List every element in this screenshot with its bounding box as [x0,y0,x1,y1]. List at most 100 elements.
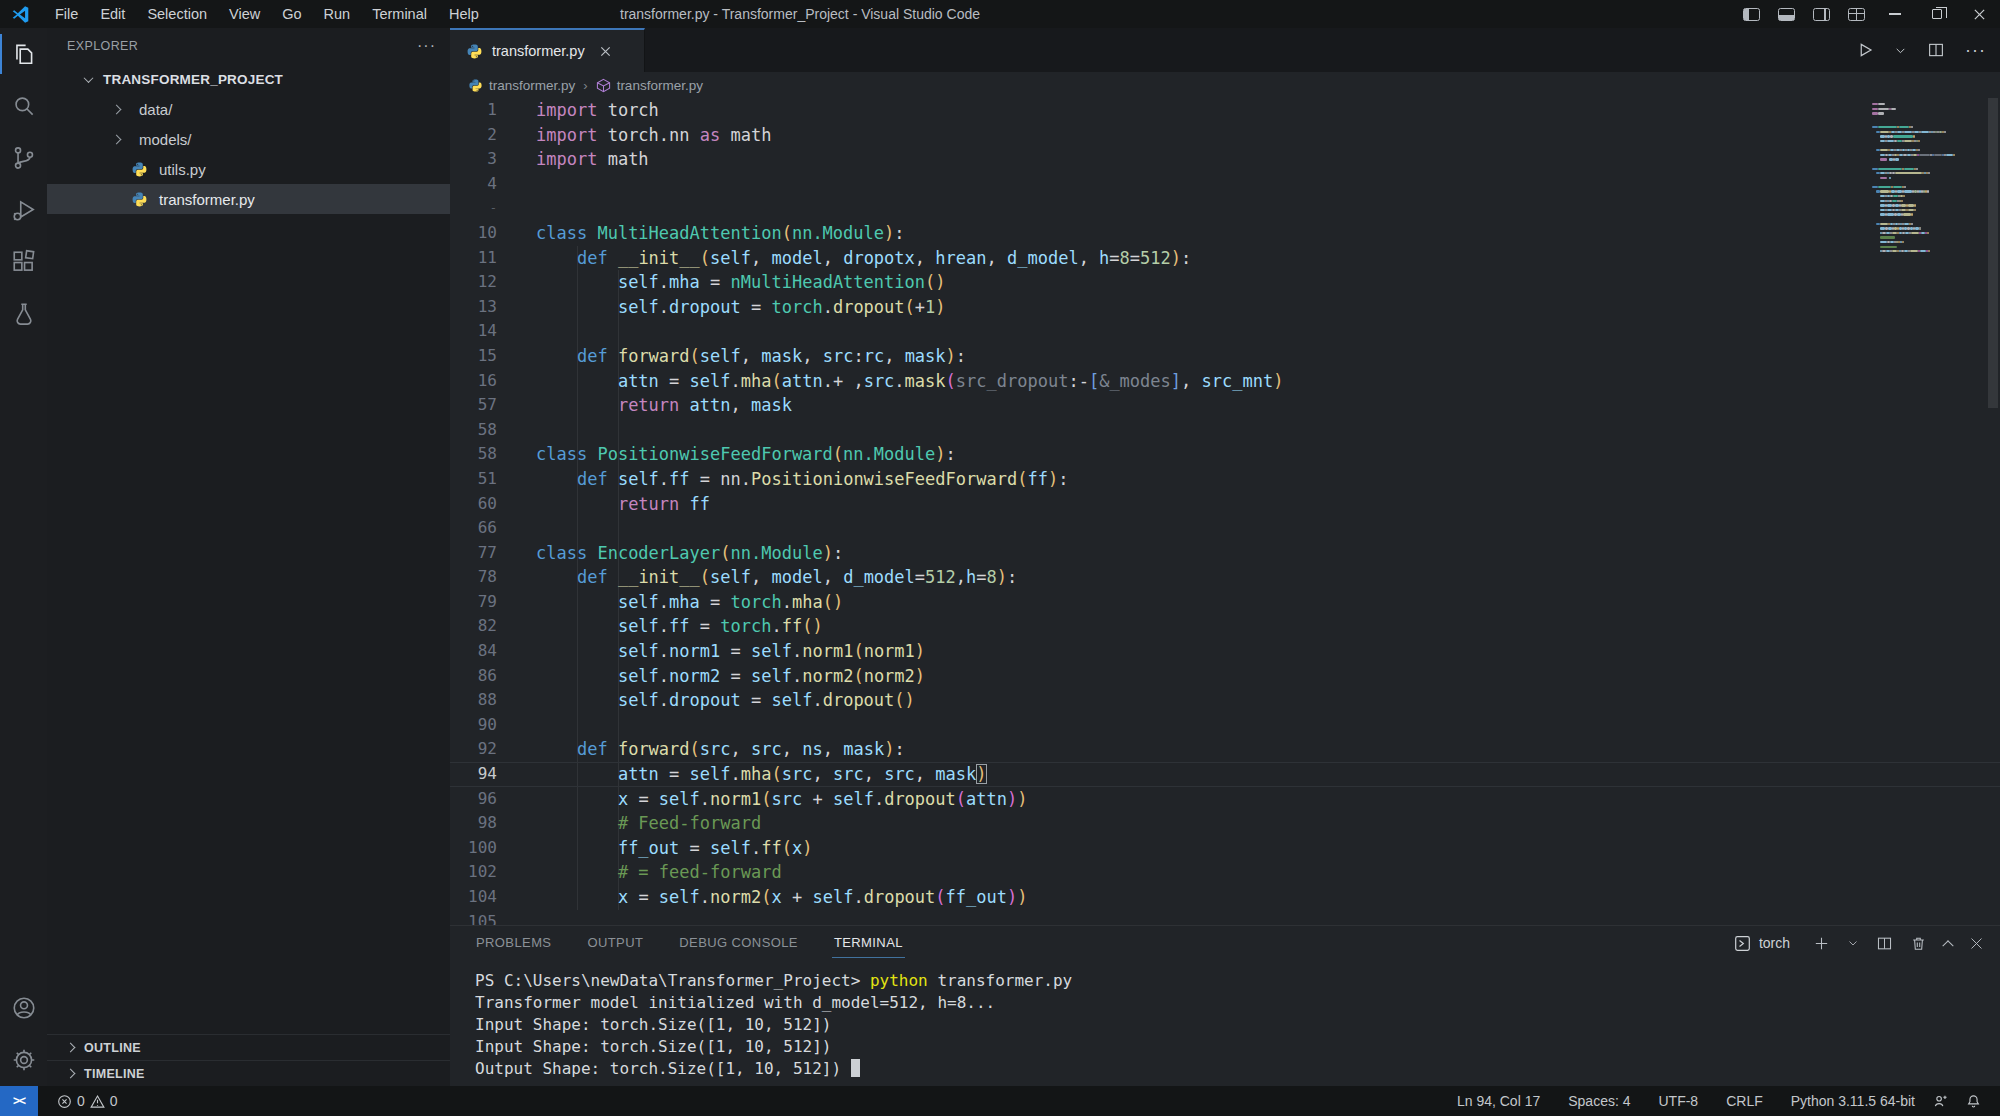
testing-icon[interactable] [0,288,47,340]
menu-file[interactable]: File [44,0,89,28]
file-row-utils-py[interactable]: utils.py [47,154,450,184]
code-editor[interactable]: 1import torch2import torch.nn as math3im… [450,98,2000,925]
eol-setting[interactable]: CRLF [1717,1086,1772,1116]
menu-run[interactable]: Run [313,0,362,28]
encoding-setting[interactable]: UTF-8 [1649,1086,1707,1116]
code-line[interactable]: 3import math [450,147,2000,172]
code-line[interactable]: 10class MultiHeadAttention(nn.Module): [450,221,2000,246]
breadcrumb-symbol[interactable]: transformer.py [617,78,703,93]
terminal-dropdown-chevron-icon[interactable] [1847,937,1859,949]
menu-help[interactable]: Help [438,0,490,28]
code-line[interactable]: 58 [450,418,2000,443]
explorer-icon[interactable] [0,28,47,80]
close-button[interactable] [1958,0,2000,28]
toggle-primary-sidebar-icon[interactable] [1743,8,1760,21]
code-line[interactable]: 16 attn = self.mha(attn.+ ,src.mask(src_… [450,369,2000,394]
customize-layout-icon[interactable] [1848,8,1865,21]
source-control-icon[interactable] [0,132,47,184]
toggle-secondary-sidebar-icon[interactable] [1813,8,1830,21]
code-line[interactable]: 92 def forward(src, src, ns, mask): [450,737,2000,762]
code-line[interactable]: 90 [450,713,2000,738]
run-dropdown-icon[interactable] [1894,44,1907,57]
file-row-transformer-py[interactable]: transformer.py [47,184,450,214]
code-line[interactable]: 51 def self.ff = nn.PositionionwiseFeedF… [450,467,2000,492]
code-line[interactable]: 84 self.norm1 = self.norm1(norm1) [450,639,2000,664]
restore-button[interactable] [1916,0,1958,28]
panel-tab-output[interactable]: OUTPUT [585,929,645,957]
code-line[interactable]: 4 [450,172,2000,197]
outline-section[interactable]: OUTLINE [47,1034,450,1060]
language-mode[interactable]: Python 3.11.5 64-bit [1782,1086,1924,1116]
split-editor-icon[interactable] [1927,41,1945,59]
file-row-models[interactable]: models/ [47,124,450,154]
code-line[interactable]: 105 [450,910,2000,925]
settings-gear-icon[interactable] [0,1034,47,1086]
terminal-output[interactable]: PS C:\Users\newData\Transformer_Project>… [450,960,2000,1080]
timeline-section[interactable]: TIMELINE [47,1060,450,1086]
code-line[interactable]: 98 # Feed-forward [450,811,2000,836]
code-line[interactable]: 77class EncoderLayer(nn.Module): [450,541,2000,566]
terminal-line: PS C:\Users\newData\Transformer_Project>… [475,970,2000,992]
code-line[interactable]: 100 ff_out = self.ff(x) [450,836,2000,861]
menu-selection[interactable]: Selection [136,0,218,28]
minimize-button[interactable] [1874,0,1916,28]
feedback-icon[interactable] [1924,1086,1957,1116]
scrollbar-thumb[interactable] [1988,98,1998,408]
project-root-folder[interactable]: TRANSFORMER_PROJECT [47,64,450,94]
more-actions-icon[interactable]: ··· [1965,46,1986,54]
cursor-position[interactable]: Ln 94, Col 17 [1448,1086,1549,1116]
remote-indicator[interactable]: >< [0,1086,38,1116]
tab-close-icon[interactable] [599,45,612,58]
code-line[interactable]: 102 # = feed-forward [450,860,2000,885]
explorer-more-actions-icon[interactable]: ··· [417,41,436,51]
tab-transformer-py[interactable]: transformer.py [450,28,645,72]
code-line[interactable]: 104 x = self.norm2(x + self.dropout(ff_o… [450,885,2000,910]
code-line[interactable]: 15 def forward(self, mask, src:rc, mask)… [450,344,2000,369]
close-panel-icon[interactable] [1969,936,1984,951]
menu-view[interactable]: View [218,0,271,28]
account-icon[interactable] [0,982,47,1034]
toggle-panel-icon[interactable] [1778,8,1795,21]
code-line[interactable]: 58class PositionwiseFeedForward(nn.Modul… [450,442,2000,467]
terminal-shell-badge[interactable]: torch [1734,935,1790,952]
code-line[interactable]: 82 self.ff = torch.ff() [450,614,2000,639]
notifications-bell-icon[interactable] [1957,1086,1990,1116]
code-line[interactable]: 66 [450,516,2000,541]
panel-tab-problems[interactable]: PROBLEMS [474,929,553,957]
code-line[interactable]: - [450,196,2000,221]
code-line[interactable]: 13 self.dropout = torch.dropout(+1) [450,295,2000,320]
code-line[interactable]: 88 self.dropout = self.dropout() [450,688,2000,713]
split-terminal-icon[interactable] [1876,935,1893,952]
new-terminal-plus-icon[interactable] [1813,935,1830,952]
panel-tab-debug-console[interactable]: DEBUG CONSOLE [677,929,800,957]
code-line[interactable]: 14 [450,319,2000,344]
minimap[interactable] [1866,102,1986,258]
panel-tab-terminal[interactable]: TERMINAL [832,929,905,958]
search-icon[interactable] [0,80,47,132]
code-line[interactable]: 60 return ff [450,492,2000,517]
kill-terminal-trash-icon[interactable] [1910,935,1927,952]
code-line[interactable]: 11 def __init__(self, model, dropotx, hr… [450,246,2000,271]
code-line[interactable]: 57 return attn, mask [450,393,2000,418]
code-line[interactable]: 96 x = self.norm1(src + self.dropout(att… [450,787,2000,812]
code-line[interactable]: 2import torch.nn as math [450,123,2000,148]
code-line[interactable]: 86 self.norm2 = self.norm2(norm2) [450,664,2000,689]
code-line[interactable]: 78 def __init__(self, model, d_model=512… [450,565,2000,590]
code-line[interactable]: 79 self.mha = torch.mha() [450,590,2000,615]
code-line[interactable]: 12 self.mha = nMultiHeadAttention() [450,270,2000,295]
breadcrumb-file[interactable]: transformer.py [489,78,575,93]
problems-status[interactable]: 0 0 [48,1086,127,1116]
maximize-panel-chevron-icon[interactable] [1942,940,1953,951]
menu-edit[interactable]: Edit [89,0,136,28]
indentation-setting[interactable]: Spaces: 4 [1559,1086,1639,1116]
file-row-data[interactable]: data/ [47,94,450,124]
code-line[interactable]: 94 attn = self.mha(src, src, src, mask) [450,762,2000,787]
line-number: 2 [450,123,497,148]
menu-go[interactable]: Go [271,0,312,28]
run-python-file-icon[interactable] [1856,41,1874,59]
run-debug-icon[interactable] [0,184,47,236]
editor-scrollbar[interactable] [1986,98,2000,925]
code-line[interactable]: 1import torch [450,98,2000,123]
extensions-icon[interactable] [0,236,47,288]
menu-terminal[interactable]: Terminal [361,0,438,28]
